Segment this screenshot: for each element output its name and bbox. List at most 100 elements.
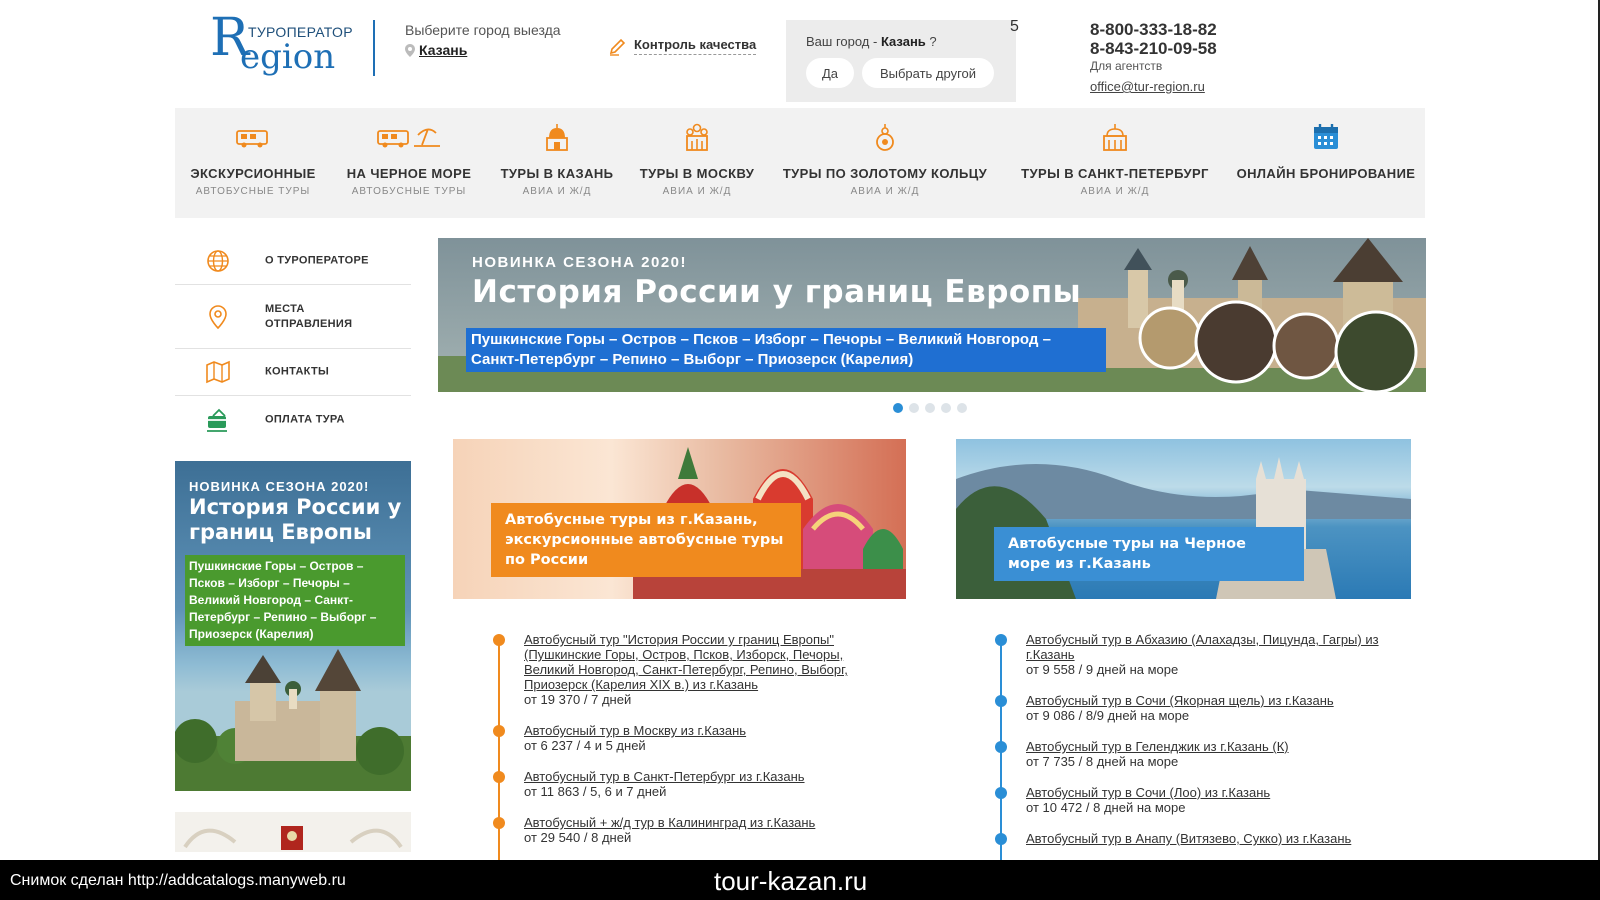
nav-item-black-sea[interactable]: НА ЧЕРНОЕ МОРЕ АВТОБУСНЫЕ ТУРЫ <box>331 108 487 218</box>
agents-label: Для агентств <box>1090 59 1163 73</box>
tour-price: от 29 540 / 8 дней <box>524 830 632 845</box>
tour-link[interactable]: Автобусный тур в Москву из г.Казань <box>524 723 888 738</box>
logo-word: egion <box>240 37 336 77</box>
list-item: Автобусный тур в Санкт-Петербург из г.Ка… <box>488 769 888 799</box>
tour-price: от 7 735 / 8 дней на море <box>1026 754 1179 769</box>
slider-dot[interactable] <box>941 403 951 413</box>
hero-route-line1: Пушкинские Горы – Остров – Псков – Избор… <box>471 331 1051 348</box>
site-logo[interactable]: R ТУРОПЕРАТОР egion <box>210 12 360 78</box>
screenshot-footer: Снимок сделан http://addcatalogs.manyweb… <box>0 860 1600 900</box>
city-confirm-popup: Ваш город - Казань ? Да Выбрать другой <box>786 20 1016 102</box>
excursion-tours-caption: Автобусные туры из г.Казань, экскурсионн… <box>491 503 801 577</box>
sidebar-item-label: КОНТАКТЫ <box>265 365 330 378</box>
hero-tag: НОВИНКА СЕЗОНА 2020! <box>472 254 688 271</box>
sidebar-menu: О ТУРОПЕРАТОРЕ МЕСТА ОТПРАВЛЕНИЯ КОНТАКТ… <box>175 237 411 444</box>
moscow-cathedral-icon <box>686 123 708 151</box>
slider-dot[interactable] <box>893 403 903 413</box>
departure-city-value: Казань <box>419 42 468 58</box>
main-nav: ЭКСКУРСИОННЫЕ АВТОБУСНЫЕ ТУРЫ НА ЧЕРНОЕ … <box>175 108 1425 218</box>
sidebar-item-label: ОПЛАТА ТУРА <box>265 413 345 426</box>
nav-item-subtitle: АВИА И Ж/Д <box>850 186 920 197</box>
nav-item-online-booking[interactable]: ОНЛАЙН БРОНИРОВАНИЕ <box>1227 108 1425 218</box>
payment-card-icon <box>207 408 227 432</box>
nav-item-subtitle: АВТОБУСНЫЕ ТУРЫ <box>351 186 467 197</box>
contact-phones: 8-800-333-18-82 8-843-210-09-58 Для аген… <box>1090 20 1217 94</box>
nav-item-subtitle: АВИА И Ж/Д <box>1080 186 1150 197</box>
tour-link[interactable]: Автобусный тур в Анапу (Витязево, Сукко)… <box>1026 831 1390 846</box>
nav-item-title: ТУРЫ В КАЗАНЬ <box>500 166 614 181</box>
nav-item-title: НА ЧЕРНОЕ МОРЕ <box>346 166 472 181</box>
sidebar-item-label: МЕСТА ОТПРАВЛЕНИЯ <box>265 302 353 330</box>
promo-tag: НОВИНКА СЕЗОНА 2020! <box>189 479 370 494</box>
timeline-bullet <box>995 634 1007 646</box>
phone-secondary[interactable]: 8-843-210-09-58 <box>1090 39 1217 58</box>
location-pin-icon <box>405 43 415 57</box>
timeline-bullet <box>493 771 505 783</box>
kremlin-illustration <box>175 649 411 791</box>
list-item: Автобусный тур в Геленджик из г.Казань (… <box>990 739 1390 769</box>
slider-dot[interactable] <box>925 403 935 413</box>
pencil-icon <box>609 38 626 56</box>
nav-item-golden-ring[interactable]: ТУРЫ ПО ЗОЛОТОМУ КОЛЬЦУ АВИА И Ж/Д <box>767 108 1003 218</box>
hero-slider[interactable]: НОВИНКА СЕЗОНА 2020! История России у гр… <box>438 238 1426 392</box>
tour-link[interactable]: Автобусный тур в Геленджик из г.Казань (… <box>1026 739 1390 754</box>
bus-icon <box>236 130 268 148</box>
tour-link[interactable]: Автобусный тур в Абхазию (Алахадзы, Пицу… <box>1026 632 1390 662</box>
list-item: Автобусный + ж/д тур в Калининград из г.… <box>488 815 888 845</box>
city-confirm-prefix: Ваш город - <box>806 34 881 49</box>
tour-link[interactable]: Автобусный тур в Сочи (Лоо) из г.Казань <box>1026 785 1390 800</box>
slider-dot[interactable] <box>909 403 919 413</box>
promo-title: История России у границ Европы <box>189 495 402 544</box>
location-pin-icon <box>209 304 227 329</box>
sidebar-item-about[interactable]: О ТУРОПЕРАТОРЕ <box>175 237 411 285</box>
tour-price: от 10 472 / 8 дней на море <box>1026 800 1186 815</box>
tour-link[interactable]: Автобусный тур в Санкт-Петербург из г.Ка… <box>524 769 888 784</box>
tour-price: от 19 370 / 7 дней <box>524 692 632 707</box>
nav-item-moscow[interactable]: ТУРЫ В МОСКВУ АВИА И Ж/Д <box>627 108 767 218</box>
tour-link[interactable]: Автобусный тур в Сочи (Якорная щель) из … <box>1026 693 1390 708</box>
site-domain: tour-kazan.ru <box>714 866 868 896</box>
timeline-bullet <box>493 817 505 829</box>
timeline-bullet <box>493 725 505 737</box>
hero-route: Пушкинские Горы – Остров – Псков – Избор… <box>466 328 1106 372</box>
slider-dot[interactable] <box>957 403 967 413</box>
excursion-tours-banner[interactable]: Автобусные туры из г.Казань, экскурсионн… <box>453 439 906 599</box>
sidebar-promo-banner[interactable]: НОВИНКА СЕЗОНА 2020! История России у гр… <box>175 461 411 791</box>
email-link[interactable]: office@tur-region.ru <box>1090 79 1217 94</box>
logo-divider <box>373 20 375 76</box>
tour-price: от 9 558 / 9 дней на море <box>1026 662 1179 677</box>
nav-item-title: ТУРЫ В САНКТ-ПЕТЕРБУРГ <box>1021 166 1209 181</box>
nav-item-title: ТУРЫ ПО ЗОЛОТОМУ КОЛЬЦУ <box>782 166 988 181</box>
list-item: Автобусный тур в Анапу (Витязево, Сукко)… <box>990 831 1390 846</box>
nav-item-kazan[interactable]: ТУРЫ В КАЗАНЬ АВИА И Ж/Д <box>487 108 627 218</box>
black-sea-tours-banner[interactable]: Автобусные туры на Черное море из г.Каза… <box>956 439 1411 599</box>
timeline-bullet <box>995 741 1007 753</box>
departure-city: Выберите город выезда Казань <box>405 22 561 58</box>
nav-item-spb[interactable]: ТУРЫ В САНКТ-ПЕТЕРБУРГ АВИА И Ж/Д <box>1003 108 1227 218</box>
sidebar-item-payment[interactable]: ОПЛАТА ТУРА <box>175 396 411 444</box>
nav-item-excursion-bus[interactable]: ЭКСКУРСИОННЫЕ АВТОБУСНЫЕ ТУРЫ <box>175 108 331 218</box>
nav-item-subtitle: АВИА И Ж/Д <box>522 186 592 197</box>
departure-city-link[interactable]: Казань <box>405 42 561 58</box>
sidebar-secondary-banner[interactable] <box>175 812 411 852</box>
map-icon <box>206 360 230 384</box>
tour-link[interactable]: Автобусный тур "История России у границ … <box>524 632 888 692</box>
black-sea-tours-caption: Автобусные туры на Черное море из г.Каза… <box>994 527 1304 581</box>
tour-price: от 9 086 / 8/9 дней на море <box>1026 708 1190 723</box>
black-sea-tours-list: Автобусный тур в Абхазию (Алахадзы, Пицу… <box>990 632 1390 862</box>
sidebar-item-departure-points[interactable]: МЕСТА ОТПРАВЛЕНИЯ <box>175 285 411 349</box>
kazan-mosque-icon <box>546 124 568 151</box>
city-choose-other-button[interactable]: Выбрать другой <box>862 58 994 88</box>
nav-item-title: ТУРЫ В МОСКВУ <box>639 166 755 181</box>
screenshot-note: Снимок сделан http://addcatalogs.manyweb… <box>10 872 346 889</box>
quality-control-link[interactable]: Контроль качества <box>608 36 757 56</box>
tour-link[interactable]: Автобусный + ж/д тур в Калининград из г.… <box>524 815 888 830</box>
sidebar-item-contacts[interactable]: КОНТАКТЫ <box>175 349 411 396</box>
phone-primary[interactable]: 8-800-333-18-82 <box>1090 20 1217 39</box>
nav-item-title: ЭКСКУРСИОННЫЕ <box>190 166 316 181</box>
list-item: Автобусный тур "История России у границ … <box>488 632 888 707</box>
excursion-tours-list: Автобусный тур "История России у границ … <box>488 632 888 861</box>
site-header: R ТУРОПЕРАТОР egion Выберите город выезд… <box>0 0 1600 105</box>
spb-building-icon <box>1103 124 1127 151</box>
city-confirm-yes-button[interactable]: Да <box>806 58 854 88</box>
